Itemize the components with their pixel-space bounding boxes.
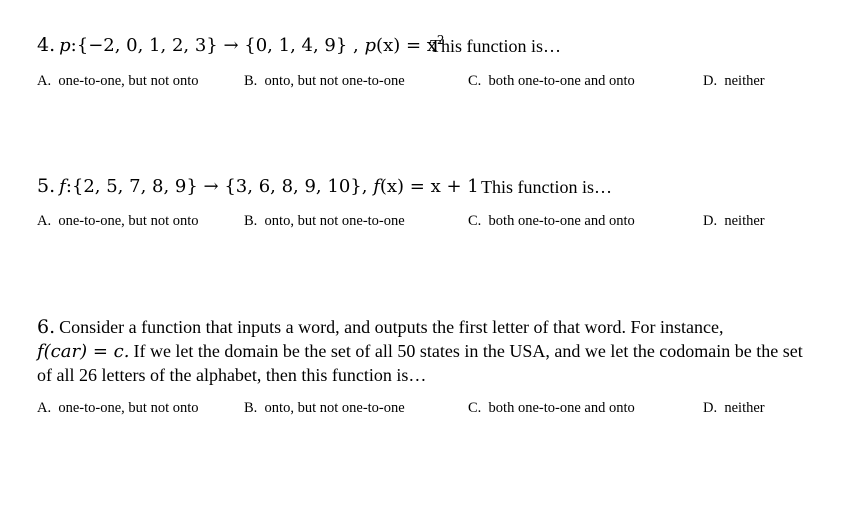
domain-codomain: :{2, 5, 7, 8, 9} → {3, 6, 8, 9, 10},: [65, 176, 368, 197]
option-text: neither: [724, 73, 765, 89]
example-formula: f(car) = c.: [37, 341, 130, 362]
question-5-statement: 5. f:{2, 5, 7, 8, 9} → {3, 6, 8, 9, 10},…: [37, 175, 479, 197]
option-a[interactable]: A. one-to-one, but not onto: [37, 73, 199, 90]
question-prompt: This function is…: [430, 36, 561, 56]
question-4-statement: 4. p:{−2, 0, 1, 2, 3} → {0, 1, 4, 9} , p…: [37, 34, 445, 56]
question-6-line-3: of all 26 letters of the alphabet, then …: [37, 365, 427, 385]
option-letter: C.: [468, 73, 482, 89]
option-letter: D.: [703, 73, 718, 89]
question-number: 6.: [37, 316, 56, 338]
rule-name: p: [364, 35, 377, 56]
option-text: one-to-one, but not onto: [58, 73, 199, 89]
option-a[interactable]: A. one-to-one, but not onto: [37, 213, 199, 230]
option-b[interactable]: B. onto, but not one-to-one: [244, 400, 405, 417]
option-text: neither: [724, 400, 765, 416]
option-text: one-to-one, but not onto: [58, 400, 199, 416]
option-letter: C.: [468, 400, 482, 416]
question-number: 4.: [37, 34, 56, 56]
option-text: both one-to-one and onto: [488, 73, 635, 89]
option-letter: A.: [37, 400, 52, 416]
option-letter: B.: [244, 213, 258, 229]
domain-codomain: :{−2, 0, 1, 2, 3} → {0, 1, 4, 9} ,: [70, 35, 359, 56]
option-text: onto, but not one-to-one: [264, 73, 405, 89]
rule-body: (x) = x: [376, 35, 437, 56]
question-6-line-2: f(car) = c. If we let the domain be the …: [37, 341, 803, 362]
option-c[interactable]: C. both one-to-one and onto: [468, 400, 635, 417]
option-text: onto, but not one-to-one: [264, 213, 405, 229]
option-text: both one-to-one and onto: [488, 400, 635, 416]
rule-name: f: [373, 176, 380, 197]
option-letter: A.: [37, 213, 52, 229]
rule-body: (x) = x + 1: [379, 176, 479, 197]
option-letter: A.: [37, 73, 52, 89]
option-c[interactable]: C. both one-to-one and onto: [468, 73, 635, 90]
function-definition: f:{2, 5, 7, 8, 9} → {3, 6, 8, 9, 10}, f(…: [59, 176, 479, 197]
question-6-line-1: 6. Consider a function that inputs a wor…: [37, 316, 724, 338]
question-text: If we let the domain be the set of all 5…: [133, 341, 803, 361]
question-prompt: This function is…: [481, 177, 612, 197]
option-text: neither: [724, 213, 765, 229]
option-letter: D.: [703, 400, 718, 416]
option-d[interactable]: D. neither: [703, 400, 765, 417]
question-text: Consider a function that inputs a word, …: [59, 317, 724, 337]
option-text: onto, but not one-to-one: [264, 400, 405, 416]
option-c[interactable]: C. both one-to-one and onto: [468, 213, 635, 230]
option-letter: D.: [703, 213, 718, 229]
function-name: p: [59, 35, 71, 56]
option-b[interactable]: B. onto, but not one-to-one: [244, 213, 405, 230]
question-number: 5.: [37, 175, 56, 197]
option-b[interactable]: B. onto, but not one-to-one: [244, 73, 405, 90]
function-definition: p:{−2, 0, 1, 2, 3} → {0, 1, 4, 9} , p(x)…: [59, 34, 444, 56]
option-text: both one-to-one and onto: [488, 213, 635, 229]
option-text: one-to-one, but not onto: [58, 213, 199, 229]
function-name: f: [59, 176, 66, 197]
option-letter: B.: [244, 400, 258, 416]
option-letter: C.: [468, 213, 482, 229]
option-a[interactable]: A. one-to-one, but not onto: [37, 400, 199, 417]
option-d[interactable]: D. neither: [703, 73, 765, 90]
option-d[interactable]: D. neither: [703, 213, 765, 230]
option-letter: B.: [244, 73, 258, 89]
